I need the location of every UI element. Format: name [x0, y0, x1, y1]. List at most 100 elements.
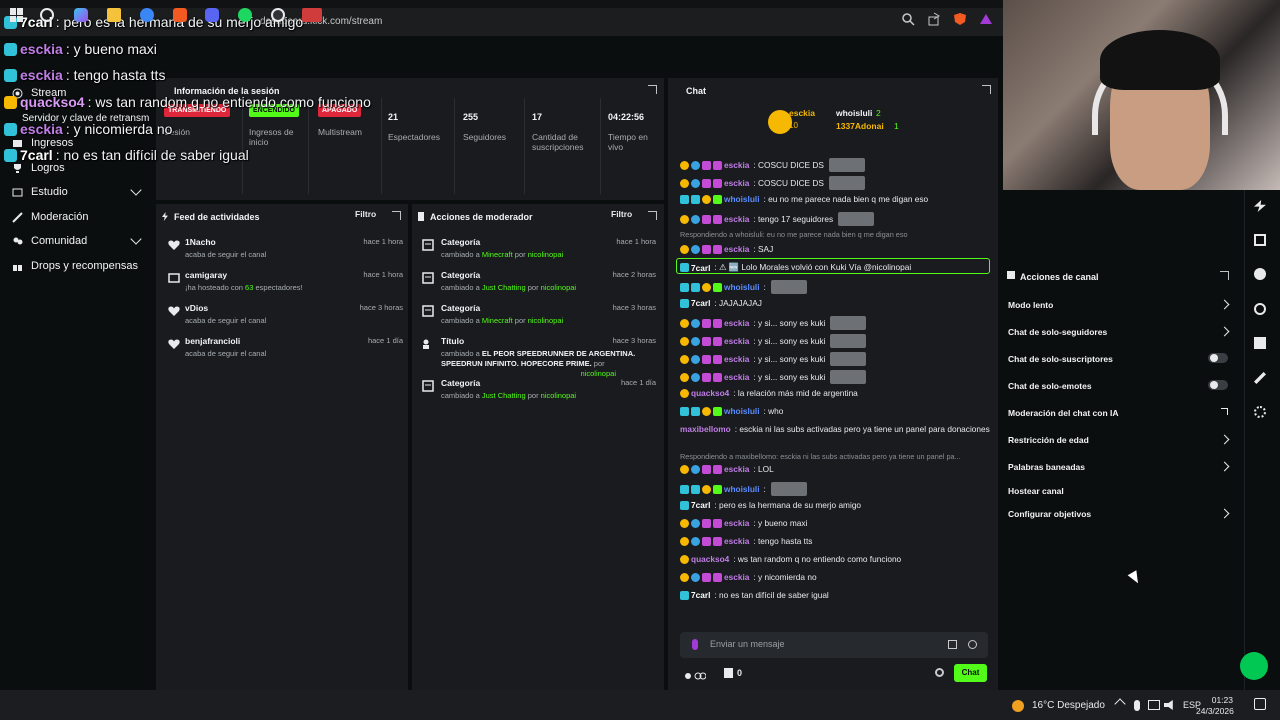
- file-explorer-icon[interactable]: [107, 8, 121, 22]
- nav-item-moderacion[interactable]: Moderación: [12, 211, 88, 223]
- expand-icon[interactable]: [648, 211, 657, 220]
- network-icon[interactable]: [1148, 700, 1160, 710]
- chrome-icon[interactable]: [140, 8, 154, 22]
- spotify-icon[interactable]: [238, 8, 252, 22]
- chat-message[interactable]: esckia: COSCU DICE DS: [680, 158, 865, 172]
- chat-username[interactable]: quackso4: [691, 388, 729, 398]
- zoom-icon[interactable]: [901, 12, 915, 26]
- weather-text[interactable]: 16°C Despejado: [1032, 700, 1105, 711]
- expand-icon[interactable]: [982, 85, 991, 94]
- chat-username[interactable]: whoisluli: [724, 194, 760, 204]
- nav-item-drops[interactable]: Drops y recompensas: [12, 260, 138, 272]
- chat-message[interactable]: 7carl: no es tan difícil de saber igual: [680, 590, 829, 600]
- brave-icon[interactable]: [173, 8, 187, 22]
- chat-message[interactable]: esckia: y si... sony es kuki: [680, 316, 867, 330]
- toggle-switch[interactable]: [1208, 353, 1228, 363]
- channel-action-goals[interactable]: Configurar objetivos: [1008, 508, 1232, 519]
- chat-message[interactable]: whoisluli:: [680, 280, 807, 294]
- dots-icon[interactable]: [1254, 406, 1266, 418]
- windows-start-icon[interactable]: [10, 8, 24, 22]
- channel-action-emotes-only[interactable]: Chat de solo-emotes: [1008, 380, 1232, 391]
- chat-username[interactable]: esckia: [724, 336, 749, 346]
- chat-username[interactable]: 7carl: [691, 500, 710, 510]
- discord-icon[interactable]: [205, 8, 219, 22]
- channel-action-age-restriction[interactable]: Restricción de edad: [1008, 434, 1232, 445]
- chat-message[interactable]: esckia: COSCU DICE DS: [680, 176, 865, 190]
- chat-message[interactable]: whoisluli:: [680, 482, 807, 496]
- chat-username[interactable]: esckia: [724, 244, 749, 254]
- chat-username[interactable]: 7carl: [691, 298, 710, 308]
- chat-username[interactable]: esckia: [724, 160, 749, 170]
- nav-item-comunidad[interactable]: Comunidad: [12, 235, 87, 247]
- chat-message[interactable]: esckia: y bueno maxi: [680, 518, 807, 528]
- chat-username[interactable]: whoisluli: [724, 406, 760, 416]
- emote-picker-icon[interactable]: [948, 640, 957, 649]
- chat-message[interactable]: whoisluli: who: [680, 406, 783, 416]
- chat-username[interactable]: whoisluli: [724, 282, 760, 292]
- channel-action-host[interactable]: Hostear canal: [1008, 486, 1232, 496]
- feed-filter-button[interactable]: Filtro: [355, 209, 376, 219]
- clock-time[interactable]: 01:23: [1207, 695, 1233, 705]
- chat-message[interactable]: quackso4: la relación más mid de argenti…: [680, 388, 858, 398]
- microphone-icon[interactable]: [1134, 700, 1140, 711]
- channel-action-subscribers-only[interactable]: Chat de solo-suscriptores: [1008, 353, 1232, 364]
- chat-username[interactable]: esckia: [724, 464, 749, 474]
- chat-username[interactable]: quackso4: [691, 554, 729, 564]
- settings-gear-icon[interactable]: [935, 668, 944, 677]
- app-icon[interactable]: [302, 8, 322, 22]
- notification-icon[interactable]: [1254, 698, 1266, 710]
- inbox-icon[interactable]: [1254, 337, 1266, 349]
- emoji-icon[interactable]: [968, 640, 977, 649]
- search-icon[interactable]: [40, 8, 54, 22]
- channel-action-followers-only[interactable]: Chat de solo-seguidores: [1008, 326, 1232, 337]
- gift-icon[interactable]: [724, 668, 733, 678]
- support-headset-icon[interactable]: [1240, 652, 1268, 680]
- copilot-icon[interactable]: [74, 8, 88, 22]
- broadcast-icon[interactable]: [1254, 303, 1266, 315]
- chat-message[interactable]: esckia: y si... sony es kuki: [680, 352, 867, 366]
- chat-username[interactable]: esckia: [724, 318, 749, 328]
- chat-bubble-icon[interactable]: [1254, 268, 1266, 280]
- obs-icon[interactable]: [271, 8, 285, 22]
- chat-message[interactable]: esckia: LOL: [680, 464, 774, 474]
- chat-message[interactable]: quackso4: ws tan random q no entiendo co…: [680, 554, 901, 564]
- share-icon[interactable]: [927, 12, 941, 26]
- nav-item-logros[interactable]: Logros: [12, 162, 65, 174]
- chat-message[interactable]: esckia: tengo hasta tts: [680, 536, 812, 546]
- chat-users-icon[interactable]: [684, 668, 707, 680]
- expand-icon[interactable]: [648, 85, 657, 94]
- chat-input-container[interactable]: Enviar un mensaje: [680, 632, 988, 658]
- chat-message[interactable]: esckia: tengo 17 seguidores: [680, 212, 875, 226]
- chat-send-button[interactable]: Chat: [954, 664, 987, 682]
- chat-message[interactable]: maxibellomo: esckia ni las subs activada…: [680, 424, 990, 434]
- chat-input[interactable]: Enviar un mensaje: [710, 639, 785, 649]
- brave-shield-icon[interactable]: [953, 12, 967, 26]
- chat-message[interactable]: 7carl: ⚠ 🆕 Lolo Morales volvió con Kuki …: [680, 262, 911, 273]
- chat-username[interactable]: maxibellomo: [680, 424, 731, 434]
- chat-message[interactable]: 7carl: JAJAJAJAJ: [680, 298, 762, 308]
- toggle-switch[interactable]: [1208, 380, 1228, 390]
- address-bar[interactable]: dashboard.kick.com/stream: [260, 11, 1000, 33]
- expand-icon[interactable]: [392, 211, 401, 220]
- expand-icon[interactable]: [1220, 271, 1229, 280]
- chat-username[interactable]: esckia: [724, 572, 749, 582]
- channel-action-banned-words[interactable]: Palabras baneadas: [1008, 461, 1232, 472]
- channel-action-slow-mode[interactable]: Modo lento: [1008, 299, 1232, 310]
- chat-username[interactable]: esckia: [724, 214, 749, 224]
- microphone-icon[interactable]: [692, 639, 698, 650]
- chat-username[interactable]: esckia: [724, 372, 749, 382]
- chat-message[interactable]: whoisluli: eu no me parece nada bien q m…: [680, 194, 928, 204]
- chat-username[interactable]: esckia: [724, 354, 749, 364]
- nav-item-estudio[interactable]: Estudio: [12, 186, 68, 198]
- chat-username[interactable]: 7carl: [691, 590, 710, 600]
- list-icon[interactable]: [1254, 234, 1266, 246]
- clock-date[interactable]: 24/3/2026: [1196, 706, 1234, 716]
- chat-message[interactable]: esckia: SAJ: [680, 244, 773, 254]
- brave-rewards-icon[interactable]: [979, 12, 993, 26]
- chat-message[interactable]: 7carl: pero es la hermana de su merjo am…: [680, 500, 861, 510]
- chat-message[interactable]: esckia: y si... sony es kuki: [680, 370, 867, 384]
- chat-message[interactable]: esckia: y si... sony es kuki: [680, 334, 867, 348]
- chat-username[interactable]: esckia: [724, 536, 749, 546]
- mod-filter-button[interactable]: Filtro: [611, 209, 632, 219]
- chat-username[interactable]: esckia: [724, 178, 749, 188]
